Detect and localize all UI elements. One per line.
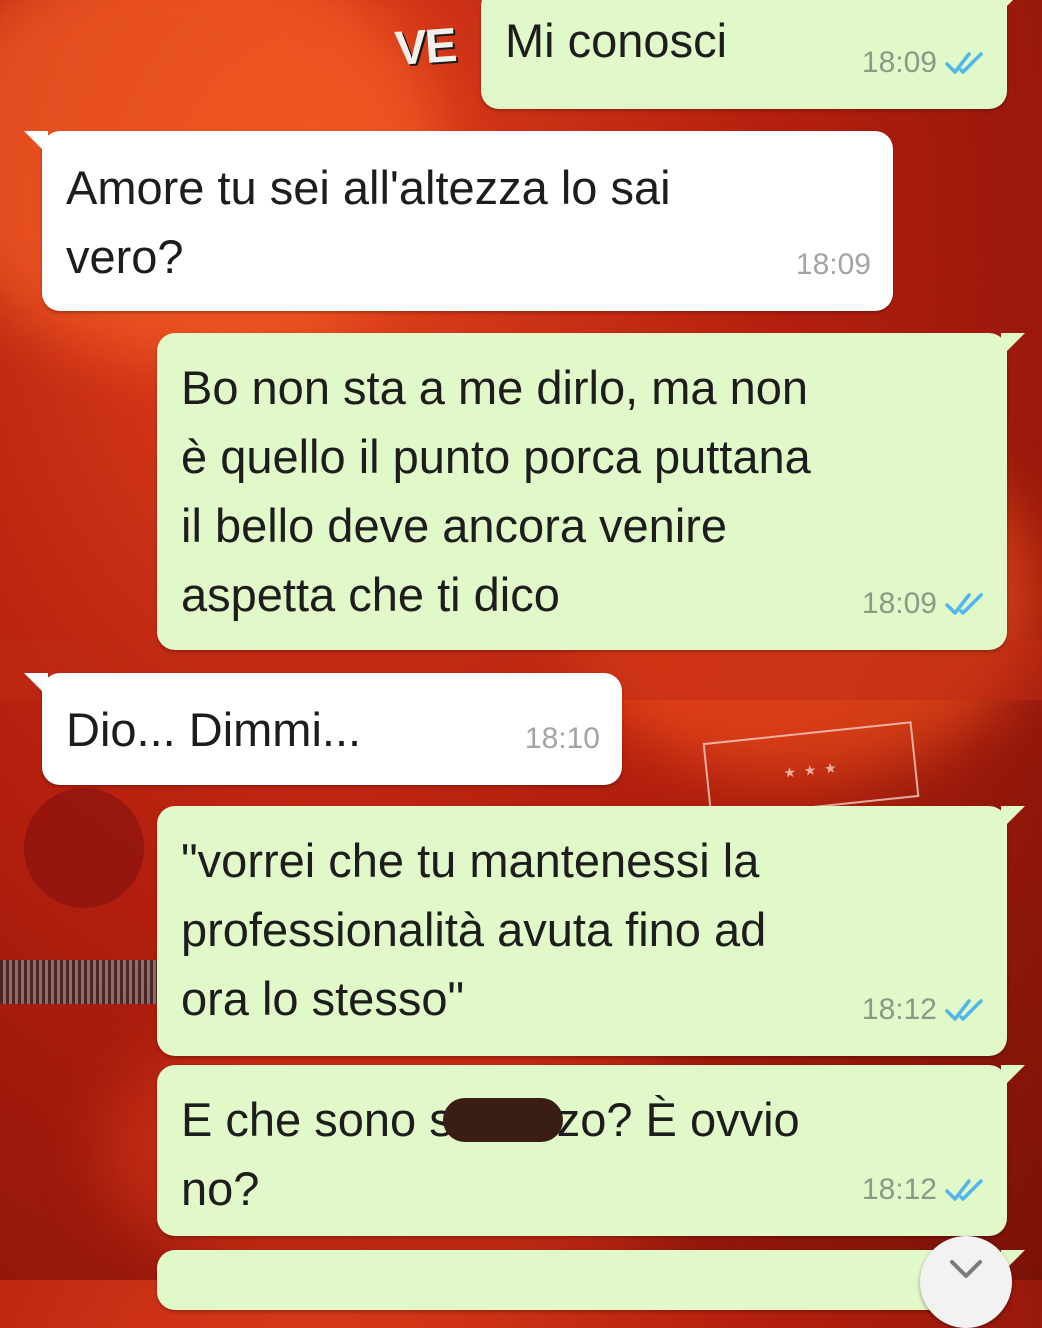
message-text-part: zo? È ovvio [556, 1093, 800, 1146]
message-bubble-incoming[interactable]: Dio... Dimmi... 18:10 [24, 673, 622, 785]
message-text: Amore tu sei all'altezza lo sai vero? [66, 161, 671, 283]
message-bubble-outgoing[interactable]: E che sono s zo? È ovvio no? 18:12 [157, 1065, 1025, 1236]
message-bubble-outgoing[interactable]: Mi conosci 18:09 [481, 0, 1025, 109]
message-time: 18:12 [861, 1173, 937, 1206]
read-ticks-icon [945, 998, 983, 1021]
chevron-down-icon [950, 1260, 982, 1278]
message-meta: 18:12 [862, 975, 985, 1044]
read-ticks-icon [945, 592, 983, 615]
wallpaper-strip [0, 960, 160, 1004]
message-text-part: E che sono s [181, 1093, 453, 1146]
message-bubble-outgoing[interactable] [157, 1250, 1025, 1310]
wallpaper-poster-text: VE [393, 18, 457, 77]
message-bubble-incoming[interactable]: Amore tu sei all'altezza lo sai vero? 18… [24, 131, 893, 311]
message-meta: 18:09 [796, 230, 871, 299]
read-ticks-icon [945, 1178, 983, 1201]
wallpaper-badge [24, 788, 144, 908]
message-time: 18:10 [524, 722, 600, 755]
message-time: 18:12 [861, 993, 937, 1026]
message-meta: 18:09 [862, 569, 985, 638]
message-meta: 18:12 [862, 1155, 985, 1224]
message-meta: 18:10 [525, 704, 600, 773]
message-time: 18:09 [861, 587, 937, 620]
read-ticks-icon [945, 51, 983, 74]
scroll-to-bottom-button[interactable] [920, 1236, 1012, 1328]
redaction-scribble [442, 1098, 563, 1142]
message-bubble-outgoing[interactable]: Bo non sta a me dirlo, ma non è quello i… [157, 333, 1025, 650]
message-text: Dio... Dimmi... [66, 703, 362, 756]
message-meta: 18:09 [862, 28, 985, 97]
message-time: 18:09 [795, 248, 871, 281]
message-bubble-outgoing[interactable]: "vorrei che tu mantenessi la professiona… [157, 806, 1025, 1056]
message-time: 18:09 [861, 46, 937, 79]
